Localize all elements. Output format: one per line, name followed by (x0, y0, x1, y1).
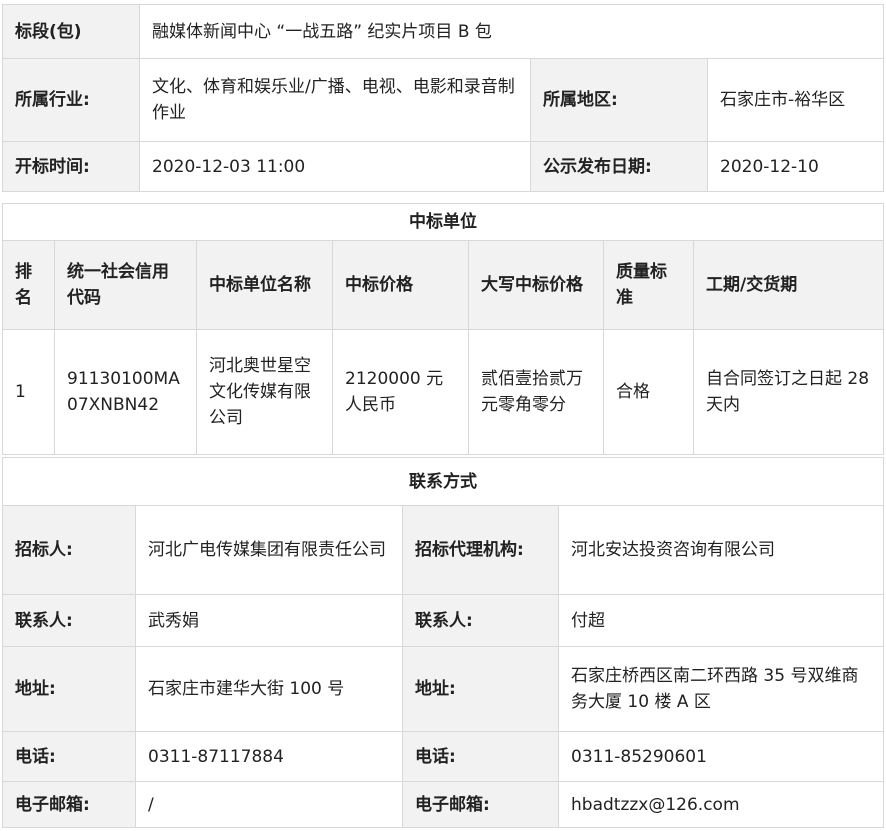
winner-header-row: 排名 统一社会信用代码 中标单位名称 中标价格 大写中标价格 质量标准 工期/交… (2, 240, 885, 330)
section-value: 融媒体新闻中心 “一战五路” 纪实片项目 B 包 (138, 4, 885, 59)
tenderer-label: 招标人: (2, 505, 136, 595)
contact-title-row: 联系方式 (2, 457, 884, 506)
contact-section-title: 联系方式 (2, 457, 884, 506)
contact-person-left: 武秀娟 (135, 594, 403, 647)
section-row: 标段(包) 融媒体新闻中心 “一战五路” 纪实片项目 B 包 (2, 4, 885, 59)
email-label-right: 电子邮箱: (402, 781, 559, 828)
phone-row: 电话: 0311-87117884 电话: 0311-85290601 (2, 731, 884, 782)
cell-price: 2120000 元人民币 (332, 329, 469, 455)
phone-label-right: 电话: (402, 731, 559, 782)
section-label: 标段(包) (2, 4, 140, 59)
contact-person-label: 联系人: (2, 594, 136, 647)
project-info-table: 标段(包) 融媒体新闻中心 “一战五路” 纪实片项目 B 包 所属行业: 文化、… (2, 4, 885, 192)
address-label: 地址: (2, 646, 136, 732)
bid-open-label: 开标时间: (2, 141, 140, 192)
tenderer-row: 招标人: 河北广电传媒集团有限责任公司 招标代理机构: 河北安达投资咨询有限公司 (2, 505, 884, 595)
contact-table: 联系方式 招标人: 河北广电传媒集团有限责任公司 招标代理机构: 河北安达投资咨… (2, 457, 884, 828)
agency-label: 招标代理机构: (402, 505, 559, 595)
publish-date-label: 公示发布日期: (530, 141, 708, 192)
contact-person-label-right: 联系人: (402, 594, 559, 647)
agency-value: 河北安达投资咨询有限公司 (558, 505, 884, 595)
region-value: 石家庄市-裕华区 (706, 58, 885, 142)
phone-left: 0311-87117884 (135, 731, 403, 782)
header-price-capital: 大写中标价格 (468, 240, 604, 330)
phone-label: 电话: (2, 731, 136, 782)
contact-person-row: 联系人: 武秀娟 联系人: 付超 (2, 594, 884, 647)
address-left: 石家庄市建华大街 100 号 (135, 646, 403, 732)
industry-value: 文化、体育和娱乐业/广播、电视、电影和录音制作业 (139, 58, 531, 142)
header-quality: 质量标准 (603, 240, 694, 330)
contact-person-right: 付超 (558, 594, 884, 647)
email-left: / (135, 781, 403, 828)
winner-table: 中标单位 排名 统一社会信用代码 中标单位名称 中标价格 大写中标价格 质量标准… (1, 203, 885, 455)
email-right: hbadtzzx@126.com (558, 781, 884, 828)
address-row: 地址: 石家庄市建华大街 100 号 地址: 石家庄桥西区南二环西路 35 号双… (2, 646, 884, 732)
publish-date-value: 2020-12-10 (706, 141, 885, 192)
industry-label: 所属行业: (2, 58, 140, 142)
industry-row: 所属行业: 文化、体育和娱乐业/广播、电视、电影和录音制作业 所属地区: 石家庄… (2, 58, 885, 142)
winner-section-title: 中标单位 (1, 203, 885, 241)
table-row: 1 91130100MA07XNBN42 河北奥世星空文化传媒有限公司 2120… (2, 329, 885, 455)
header-period: 工期/交货期 (692, 240, 885, 330)
cell-period: 自合同签订之日起 28 天内 (692, 329, 885, 455)
cell-credit-code: 91130100MA07XNBN42 (54, 329, 197, 455)
winner-title-row: 中标单位 (1, 203, 885, 241)
email-label: 电子邮箱: (2, 781, 136, 828)
header-rank: 排名 (2, 240, 55, 330)
time-row: 开标时间: 2020-12-03 11:00 公示发布日期: 2020-12-1… (2, 141, 885, 192)
email-row: 电子邮箱: / 电子邮箱: hbadtzzx@126.com (2, 781, 884, 828)
cell-quality: 合格 (603, 329, 694, 455)
address-label-right: 地址: (402, 646, 559, 732)
tenderer-value: 河北广电传媒集团有限责任公司 (135, 505, 403, 595)
cell-rank: 1 (2, 329, 55, 455)
bid-open-value: 2020-12-03 11:00 (139, 141, 531, 192)
cell-winner-name: 河北奥世星空文化传媒有限公司 (196, 329, 333, 455)
address-right: 石家庄桥西区南二环西路 35 号双维商务大厦 10 楼 A 区 (558, 646, 884, 732)
header-credit-code: 统一社会信用代码 (54, 240, 197, 330)
region-label: 所属地区: (530, 58, 708, 142)
cell-price-capital: 贰佰壹拾贰万元零角零分 (468, 329, 604, 455)
header-winner-name: 中标单位名称 (196, 240, 333, 330)
phone-right: 0311-85290601 (558, 731, 884, 782)
header-price: 中标价格 (332, 240, 469, 330)
